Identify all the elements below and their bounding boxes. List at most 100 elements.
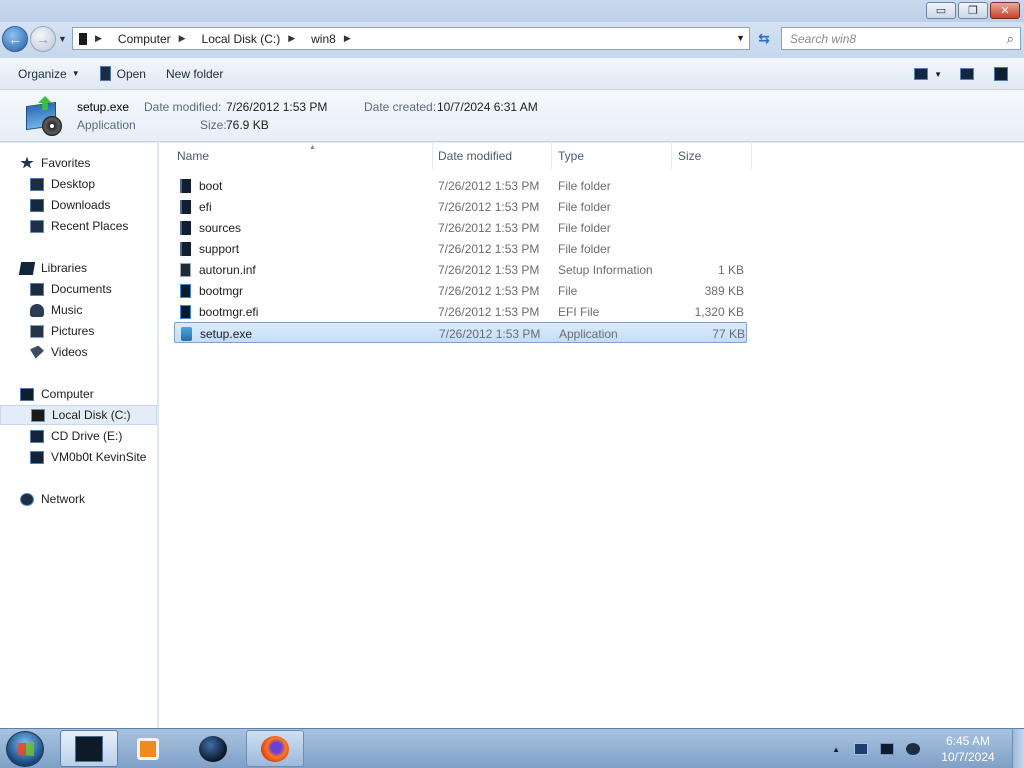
libraries-icon [18,261,36,275]
nav-item-recent-places[interactable]: Recent Places [0,216,157,236]
command-bar: Organize ▼ Open New folder ▼ [0,58,1024,90]
file-name: bootmgr.efi [199,304,259,319]
setup-exe-icon [181,326,192,341]
nav-item-pictures[interactable]: Pictures [0,321,157,341]
organize-button[interactable]: Organize ▼ [8,62,90,86]
size-cell: 1 KB [717,262,744,277]
taskbar-explorer-button[interactable] [60,730,118,767]
breadcrumb-label: win8 [311,31,336,46]
type-cell: File folder [558,220,611,235]
recent-pages-dropdown[interactable]: ▼ [58,34,67,44]
table-row[interactable]: support 7/26/2012 1:53 PM File folder [174,238,747,259]
clock[interactable]: 6:45 AM 10/7/2024 [932,733,1004,765]
taskbar-globe-button[interactable] [186,730,240,767]
address-dropdown-icon[interactable]: ▼ [736,33,745,43]
table-row[interactable]: boot 7/26/2012 1:53 PM File folder [174,175,747,196]
network-status-icon[interactable] [880,743,894,755]
nav-favorites[interactable]: Favorites [0,153,157,173]
start-button[interactable] [6,731,44,767]
size-cell [674,175,744,196]
details-date-modified-label: Date modified: [144,100,222,114]
type-cell: Application [559,326,618,341]
details-file-name: setup.exe [77,100,130,114]
file-list-pane: Name ▲ Date modified Type Size boot 7/26/… [159,143,1024,728]
taskbar-media-player-button[interactable] [124,730,172,767]
column-header-label: Type [558,149,585,163]
minimize-button[interactable]: ▭ [926,2,956,19]
nav-label: Videos [51,345,88,359]
nav-item-cd-drive[interactable]: CD Drive (E:) [0,426,157,446]
type-cell: File [558,283,578,298]
nav-item-videos[interactable]: Videos [0,342,157,362]
date-modified-cell: 7/26/2012 1:53 PM [439,326,541,341]
file-name: bootmgr [199,283,244,298]
change-view-icon[interactable] [914,68,929,80]
network-icon [20,492,34,506]
open-button[interactable]: Open [90,62,156,86]
show-desktop-button[interactable] [1012,729,1024,768]
refresh-button[interactable]: ⇆ [752,27,776,50]
date-modified-cell: 7/26/2012 1:53 PM [438,241,540,256]
folder-icon [180,220,191,235]
breadcrumb-win8[interactable]: win8 [311,32,336,46]
column-header-type[interactable]: Type [552,143,672,169]
view-options-dropdown[interactable]: ▼ [934,70,942,79]
breadcrumb-root[interactable]: ▶ [79,32,110,45]
table-row[interactable]: efi 7/26/2012 1:53 PM File folder [174,196,747,217]
nav-item-local-disk[interactable]: Local Disk (C:) [0,405,157,425]
taskbar-firefox-button[interactable] [246,730,304,767]
back-button[interactable]: ← [2,26,28,52]
breadcrumb-local-disk[interactable]: Local Disk (C:) [202,32,281,46]
details-date-modified: 7/26/2012 1:53 PM [226,100,328,114]
table-row[interactable]: bootmgr.efi 7/26/2012 1:53 PM EFI File 1,32… [174,301,747,322]
details-pane: setup.exe Application Date modified: 7/2… [0,90,1024,142]
nav-computer[interactable]: Computer [0,384,157,404]
nav-item-documents[interactable]: Documents [0,279,157,299]
preview-pane-icon[interactable] [960,68,974,80]
nav-libraries[interactable]: Libraries [0,258,157,278]
restore-button[interactable]: ❐ [958,2,988,19]
nav-item-network-drive[interactable]: VM0b0t KevinSite [0,447,157,467]
chevron-right-icon[interactable]: ▶ [288,33,295,44]
column-header-size[interactable]: Size [672,143,752,169]
table-row[interactable]: autorun.inf 7/26/2012 1:53 PM Setup Inform… [174,259,747,280]
nav-item-downloads[interactable]: Downloads [0,195,157,215]
nav-item-music[interactable]: Music [0,300,157,320]
nav-network[interactable]: Network [0,489,157,509]
nav-label: Recent Places [51,219,129,233]
folder-icon [180,199,191,214]
file-name: autorun.inf [199,262,256,277]
folder-icon [180,241,191,256]
file-name-cell: autorun.inf [180,259,256,280]
column-header-name[interactable]: Name ▲ [171,143,433,169]
size-cell [674,217,744,238]
nav-label: VM0b0t KevinSite [51,450,147,464]
action-center-icon[interactable] [854,743,868,755]
search-input[interactable]: Search win8 ⌕ [781,27,1021,50]
column-header-date-modified[interactable]: Date modified [432,143,552,169]
recent-places-icon [30,219,44,233]
show-hidden-icons-icon[interactable]: ▲ [832,745,840,754]
breadcrumb-computer[interactable]: Computer [118,32,171,46]
table-row[interactable]: setup.exe 7/26/2012 1:53 PM Application 77 … [174,322,747,343]
search-icon[interactable]: ⌕ [1007,31,1014,47]
table-row[interactable]: bootmgr 7/26/2012 1:53 PM File 389 KB [174,280,747,301]
local-disk-icon [31,408,45,422]
media-player-icon [137,737,159,760]
help-icon[interactable] [994,67,1008,81]
date-modified-cell: 7/26/2012 1:53 PM [438,304,540,319]
file-name: efi [199,199,212,214]
address-bar[interactable]: ▶ Computer ▶ Local Disk (C:) ▶ win8 ▶ ▼ [72,27,750,50]
chevron-right-icon[interactable]: ▶ [179,33,186,44]
forward-button[interactable]: → [30,26,56,52]
table-row[interactable]: sources 7/26/2012 1:53 PM File folder [174,217,747,238]
chevron-right-icon[interactable]: ▶ [344,33,351,44]
close-button[interactable]: ✕ [990,2,1020,19]
setup-exe-large-icon [24,96,62,136]
column-header-label: Name [177,149,210,163]
nav-item-desktop[interactable]: Desktop [0,174,157,194]
new-folder-button[interactable]: New folder [156,62,233,86]
file-name-cell: boot [180,175,222,196]
breadcrumb-label: Local Disk (C:) [201,31,281,46]
volume-icon[interactable] [906,743,920,755]
